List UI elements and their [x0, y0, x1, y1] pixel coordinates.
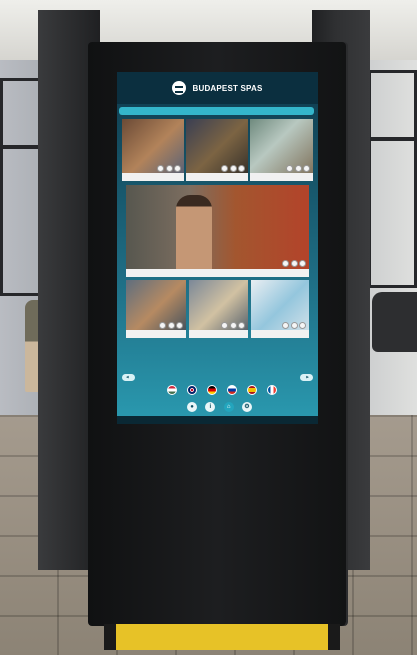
tile-caption: [251, 330, 309, 338]
tile-controls: [282, 322, 306, 329]
accessibility-icon[interactable]: ●: [187, 402, 197, 412]
right-window-frame-lower: [368, 138, 417, 288]
flag-french-icon[interactable]: [267, 385, 277, 395]
tile-spa-interior[interactable]: [122, 119, 184, 181]
play-icon[interactable]: [286, 165, 293, 172]
info-icon[interactable]: [229, 165, 237, 172]
language-selector: [167, 385, 277, 395]
brand-name: BUDAPEST SPAS: [192, 83, 263, 93]
tile-caption: [126, 330, 186, 338]
flag-spanish-icon[interactable]: [247, 385, 257, 395]
play-icon[interactable]: [159, 322, 166, 329]
play-icon[interactable]: [221, 322, 228, 329]
settings-icon[interactable]: ⚙: [241, 402, 252, 412]
tile-featured-bather[interactable]: [126, 185, 309, 277]
tile-spa-products[interactable]: [251, 280, 309, 338]
play-icon[interactable]: [157, 165, 164, 172]
next-icon[interactable]: [299, 322, 306, 329]
home-icon[interactable]: ⌂: [223, 402, 234, 412]
info-icon[interactable]: [165, 165, 173, 172]
tile-caption: [250, 173, 313, 181]
info-icon[interactable]: i: [205, 402, 216, 412]
tile-caption: [189, 330, 248, 338]
tile-controls: [159, 322, 183, 329]
next-icon[interactable]: [299, 260, 306, 267]
tile-controls: [286, 165, 310, 172]
base-stripe-left: [104, 624, 116, 650]
tile-caption: [186, 173, 248, 181]
forward-arrow-icon: ▶: [306, 374, 309, 379]
screen-footer: [117, 416, 318, 424]
play-icon[interactable]: [282, 260, 289, 267]
info-icon[interactable]: [294, 165, 302, 172]
right-window-frame: [368, 70, 417, 140]
forward-button[interactable]: ▶: [300, 373, 313, 381]
tile-spa-lounge[interactable]: [189, 280, 248, 338]
tile-controls: [221, 322, 245, 329]
flag-english-icon[interactable]: [187, 385, 197, 395]
tile-controls: [282, 260, 306, 267]
left-window-frame-lower: [0, 146, 42, 296]
back-arrow-icon: ◀: [126, 374, 129, 379]
utility-icons: ● i ⌂ ⚙: [187, 402, 252, 412]
flag-german-icon[interactable]: [207, 385, 217, 395]
info-icon[interactable]: [290, 322, 298, 329]
navigation-bar: ◀ ▶: [122, 372, 313, 382]
info-icon[interactable]: [229, 322, 237, 329]
flag-russian-icon[interactable]: [227, 385, 237, 395]
section-bar: [119, 107, 314, 115]
background-car: [372, 292, 417, 352]
back-button[interactable]: ◀: [122, 373, 135, 381]
play-icon[interactable]: [221, 165, 228, 172]
next-icon[interactable]: [176, 322, 183, 329]
tile-caption: [122, 173, 184, 181]
tile-aerial-bath[interactable]: [250, 119, 313, 181]
next-icon[interactable]: [174, 165, 181, 172]
next-icon[interactable]: [303, 165, 310, 172]
flag-hungarian-icon[interactable]: [167, 385, 177, 395]
tile-controls: [221, 165, 245, 172]
kiosk-base: [104, 624, 340, 650]
kiosk-screen[interactable]: BUDAPEST SPAS ◀ ▶ ● i ⌂ ⚙: [117, 72, 318, 424]
bather-figure: [176, 195, 212, 273]
base-stripe-right: [328, 624, 340, 650]
tile-spa-gallery[interactable]: [186, 119, 248, 181]
play-icon[interactable]: [282, 322, 289, 329]
tile-caption: [126, 269, 309, 277]
next-icon[interactable]: [238, 322, 245, 329]
left-window-frame: [0, 78, 42, 148]
next-icon[interactable]: [238, 165, 245, 172]
screen-header: BUDAPEST SPAS: [117, 72, 318, 104]
tile-controls: [157, 165, 181, 172]
tile-spa-guests[interactable]: [126, 280, 186, 338]
logo-icon: [172, 81, 187, 95]
info-icon[interactable]: [290, 260, 298, 267]
info-icon[interactable]: [167, 322, 175, 329]
